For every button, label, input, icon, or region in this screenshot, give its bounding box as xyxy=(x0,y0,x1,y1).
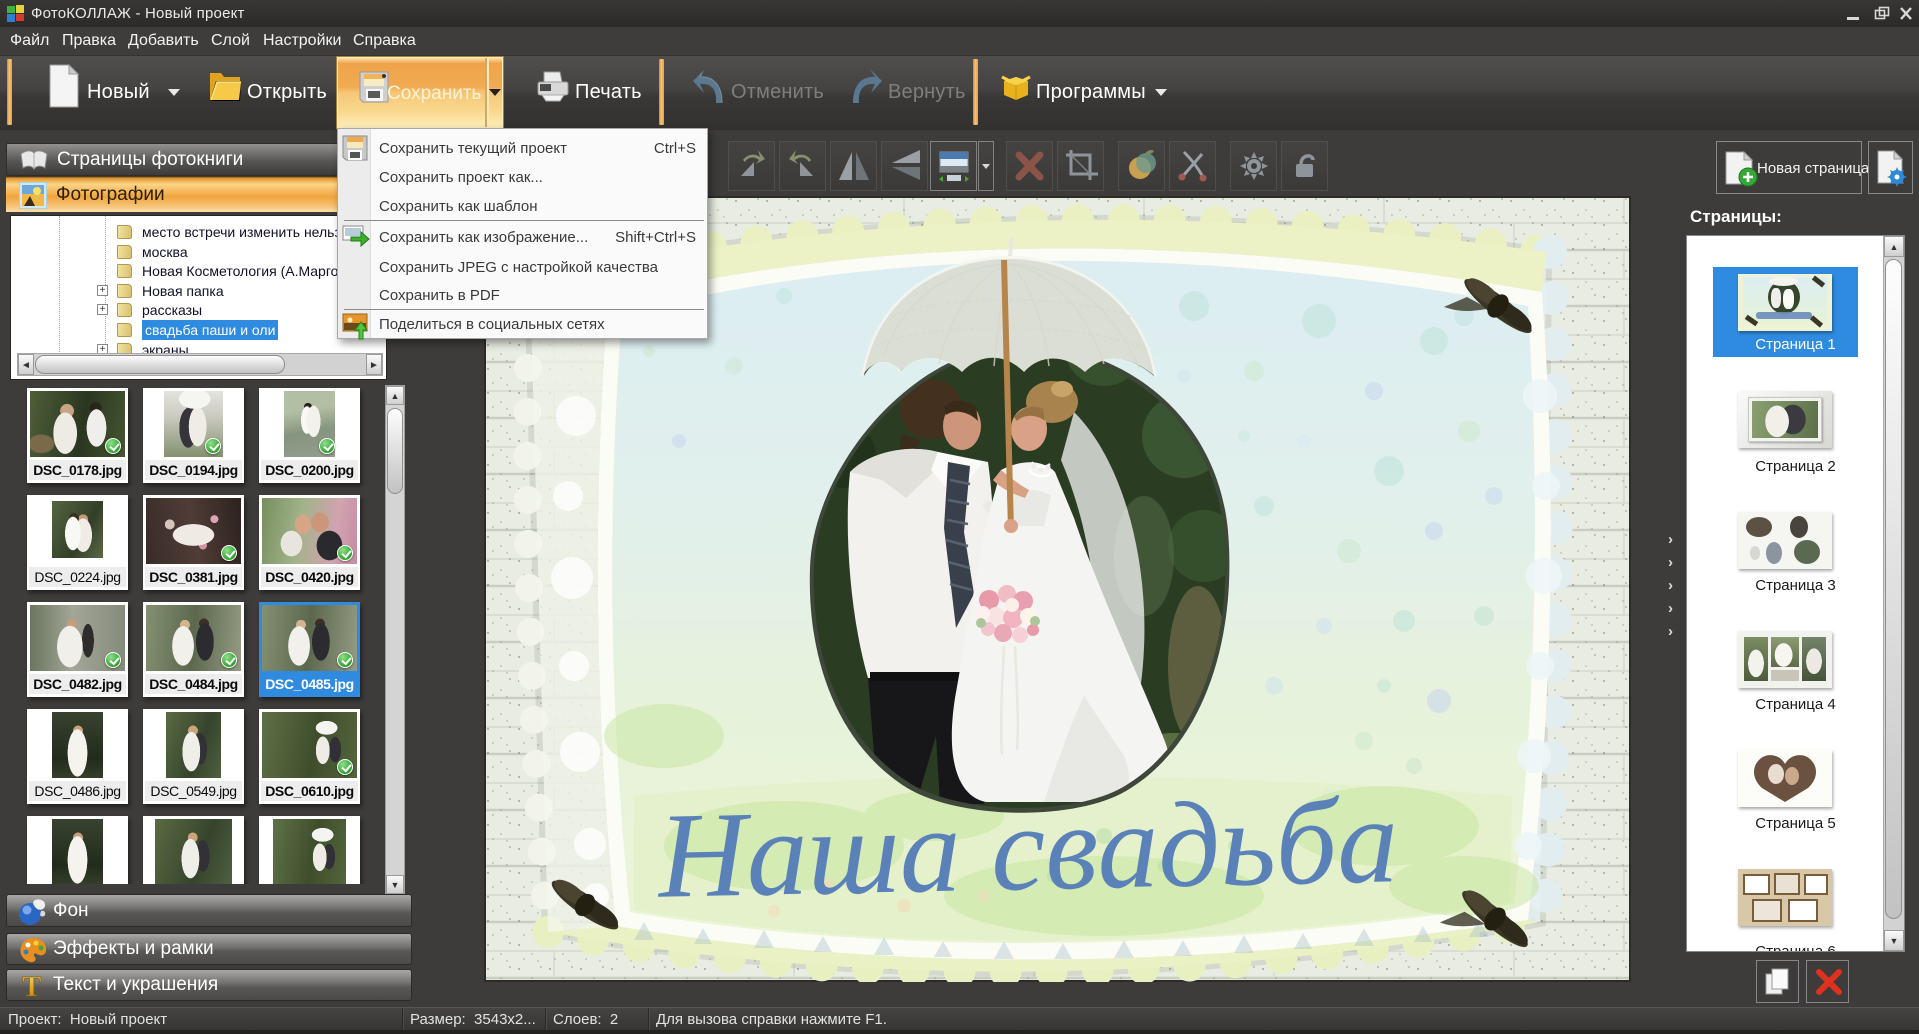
svg-text:T: T xyxy=(22,972,41,1000)
svg-text:Наша свадьба: Наша свадьба xyxy=(655,773,1399,924)
